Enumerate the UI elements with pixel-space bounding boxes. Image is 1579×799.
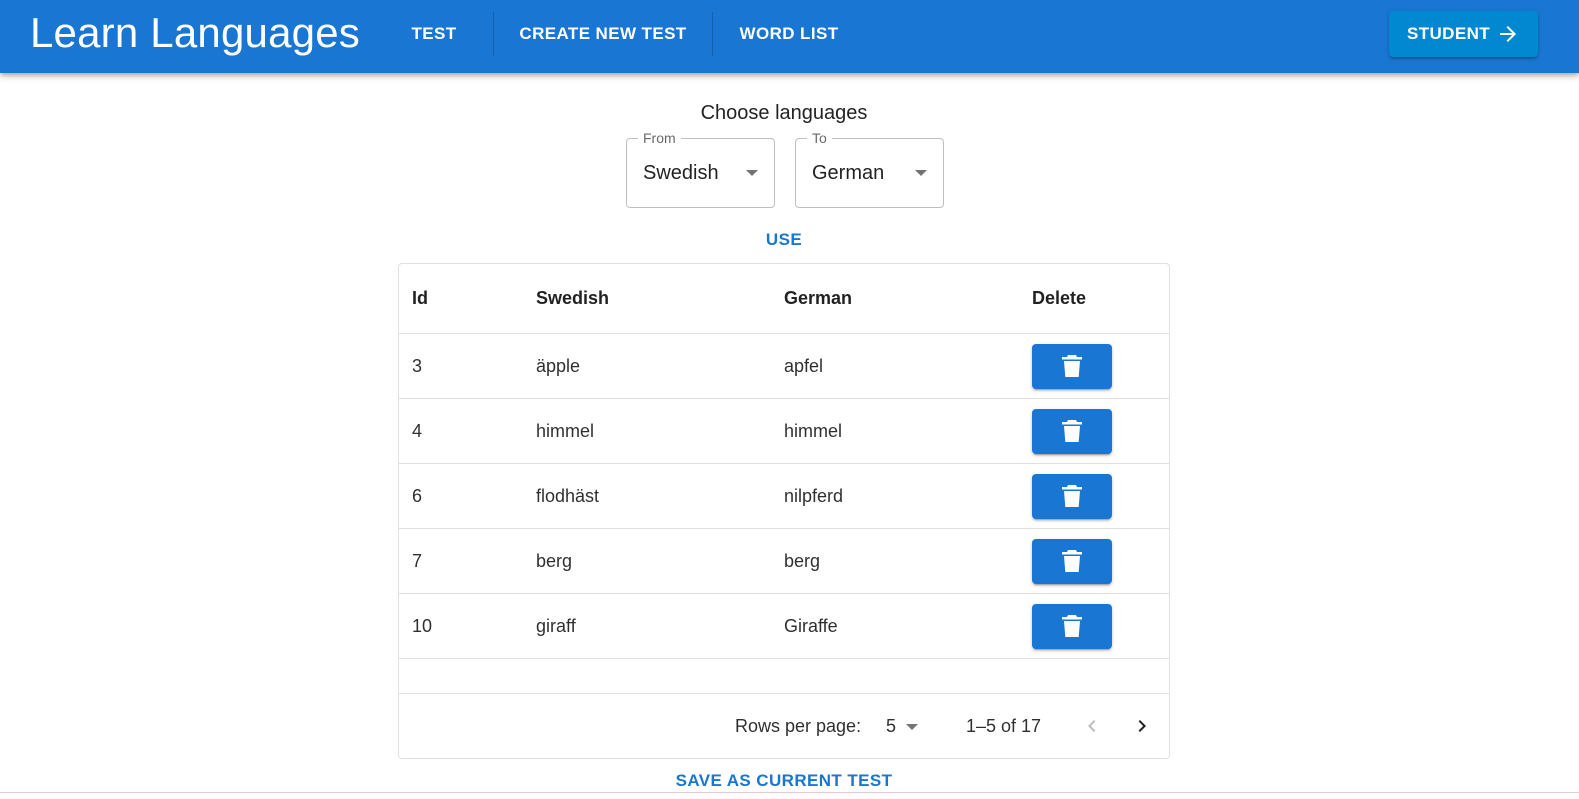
nav-word-list-button[interactable]: WORD LIST: [728, 12, 850, 56]
choose-languages-title: Choose languages: [700, 102, 868, 124]
trash-icon: [1062, 485, 1082, 507]
row-id: 4: [412, 420, 423, 441]
word-list-table: Id Swedish German Delete 3 äpple apfel 4…: [398, 263, 1170, 759]
row-from-word: himmel: [536, 420, 595, 441]
from-select-value: Swedish: [643, 162, 719, 184]
delete-row-button[interactable]: [1032, 603, 1112, 649]
page-bottom-divider: [0, 792, 1579, 793]
student-button-label: STUDENT: [1406, 24, 1491, 43]
save-as-current-test-button[interactable]: SAVE AS CURRENT TEST: [664, 768, 904, 794]
table-row: 6 flodhäst nilpferd: [399, 464, 1169, 529]
from-language-select[interactable]: From Swedish: [626, 129, 775, 208]
chevron-down-icon: [906, 724, 918, 730]
arrow-right-icon: [1500, 26, 1517, 42]
nav-divider: [493, 12, 494, 56]
previous-page-button[interactable]: [1072, 706, 1112, 746]
column-header-delete[interactable]: Delete: [1032, 264, 1086, 333]
chevron-right-icon: [1138, 720, 1146, 732]
row-delete-cell: [1032, 334, 1112, 398]
row-from-word: äpple: [536, 355, 581, 376]
row-to-word: himmel: [784, 420, 843, 441]
table-row: 10 giraff Giraffe: [399, 594, 1169, 659]
trash-icon: [1062, 550, 1082, 572]
rows-per-page-select[interactable]: 5: [879, 710, 923, 742]
pagination-range: 1–5 of 17: [966, 716, 1042, 736]
from-select-label: From: [638, 129, 681, 147]
row-to-word: berg: [784, 550, 821, 571]
column-header-to-language[interactable]: German: [784, 264, 852, 333]
app-bar: Learn Languages TEST CREATE NEW TEST WOR…: [0, 0, 1579, 73]
table-header: Id Swedish German Delete: [399, 264, 1169, 334]
delete-row-button[interactable]: [1032, 473, 1112, 519]
row-delete-cell: [1032, 529, 1112, 593]
nav-divider: [712, 12, 713, 56]
row-id: 10: [412, 615, 433, 636]
delete-row-button[interactable]: [1032, 343, 1112, 389]
row-delete-cell: [1032, 464, 1112, 528]
chevron-down-icon: [915, 170, 927, 176]
use-button[interactable]: USE: [744, 226, 824, 254]
row-delete-cell: [1032, 594, 1112, 658]
chevron-down-icon: [746, 170, 758, 176]
column-header-from-language[interactable]: Swedish: [536, 264, 609, 333]
row-id: 3: [412, 355, 423, 376]
student-button[interactable]: STUDENT: [1389, 11, 1538, 57]
nav-create-new-test-button[interactable]: CREATE NEW TEST: [510, 12, 696, 56]
to-select-value: German: [812, 162, 885, 184]
to-language-select[interactable]: To German: [795, 129, 944, 208]
table-pagination: Rows per page: 5 1–5 of 17: [399, 693, 1169, 758]
rows-per-page-label: Rows per page:: [735, 716, 862, 736]
row-id: 6: [412, 485, 423, 506]
column-header-id[interactable]: Id: [412, 264, 428, 333]
row-to-word: apfel: [784, 355, 824, 376]
row-id: 7: [412, 550, 423, 571]
table-row: 3 äpple apfel: [399, 334, 1169, 399]
row-delete-cell: [1032, 399, 1112, 463]
table-row: 4 himmel himmel: [399, 399, 1169, 464]
trash-icon: [1062, 355, 1082, 377]
next-page-button[interactable]: [1122, 706, 1162, 746]
delete-row-button[interactable]: [1032, 538, 1112, 584]
row-from-word: giraff: [536, 615, 576, 636]
nav-test-button[interactable]: TEST: [400, 12, 468, 56]
row-to-word: Giraffe: [784, 615, 838, 636]
rows-per-page-value: 5: [886, 716, 897, 736]
to-select-label: To: [807, 129, 832, 147]
delete-row-button[interactable]: [1032, 408, 1112, 454]
app-title: Learn Languages: [30, 9, 360, 56]
trash-icon: [1062, 420, 1082, 442]
table-row: 7 berg berg: [399, 529, 1169, 594]
row-from-word: flodhäst: [536, 485, 600, 506]
row-to-word: nilpferd: [784, 485, 844, 506]
row-from-word: berg: [536, 550, 573, 571]
chevron-left-icon: [1088, 720, 1096, 732]
trash-icon: [1062, 615, 1082, 637]
